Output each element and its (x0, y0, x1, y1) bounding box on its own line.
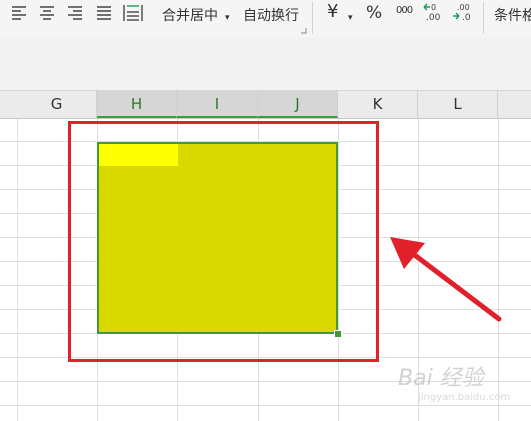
watermark-url: jingyan.baidu.com (418, 392, 511, 403)
annotation-arrow-icon (390, 237, 502, 322)
thousands-format-button[interactable]: 000 (396, 2, 413, 20)
svg-text:.0: .0 (462, 13, 471, 22)
grid-line (0, 405, 531, 406)
toolbar: 合并居中 ▾ 自动换行 ¥ ▾ % 000 0 .00 .00 .0 条件格 (0, 0, 531, 39)
annotation-highlight-box (68, 121, 379, 362)
column-header-row: G H I J K L (0, 91, 531, 119)
increase-decimal-icon[interactable]: 0 .00 (422, 2, 444, 22)
column-header-k[interactable]: K (338, 91, 418, 118)
toolbar-divider (312, 2, 313, 34)
column-header-j[interactable]: J (258, 91, 338, 118)
column-header-g[interactable]: G (17, 91, 97, 118)
column-header-h[interactable]: H (97, 91, 177, 118)
justify-icon[interactable] (95, 4, 113, 22)
column-header-l[interactable]: L (418, 91, 498, 118)
conditional-format-button[interactable]: 条件格 (494, 7, 531, 25)
currency-format-button[interactable]: ¥ (327, 3, 338, 21)
merge-center-button[interactable]: 合并居中 (162, 7, 218, 25)
percent-format-button[interactable]: % (366, 4, 382, 22)
column-header-i[interactable]: I (177, 91, 258, 118)
wrap-text-button[interactable]: 自动换行 (243, 7, 299, 25)
distributed-align-icon[interactable] (123, 2, 143, 24)
svg-text:.00: .00 (457, 3, 470, 12)
currency-dropdown-icon[interactable]: ▾ (348, 9, 353, 27)
decrease-decimal-icon[interactable]: .00 .0 (451, 2, 473, 22)
align-center-icon[interactable] (38, 4, 56, 22)
toolbar-divider (483, 2, 484, 34)
merge-dropdown-icon[interactable]: ▾ (225, 9, 230, 27)
dialog-launcher-icon[interactable] (300, 27, 307, 34)
svg-text:.00: .00 (426, 13, 441, 22)
watermark-logo: Bai 经验 (398, 366, 484, 391)
svg-text:0: 0 (431, 3, 436, 12)
align-left-icon[interactable] (10, 4, 28, 22)
formula-bar-area (0, 38, 531, 91)
align-right-icon[interactable] (66, 4, 84, 22)
